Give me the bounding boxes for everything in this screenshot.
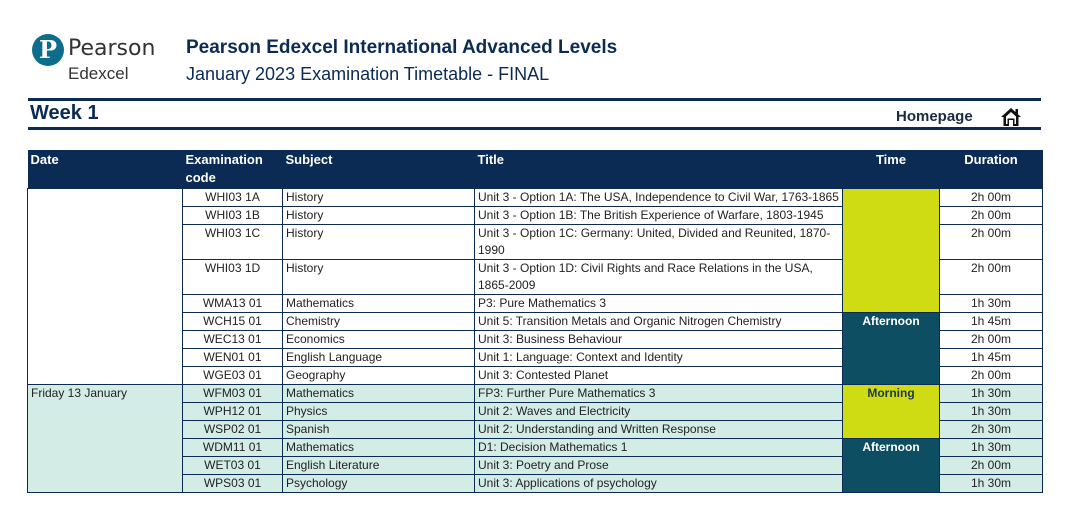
header-date: Date <box>27 150 183 189</box>
subject: Physics <box>282 402 475 421</box>
exam-title: FP3: Further Pure Mathematics 3 <box>474 384 843 403</box>
duration: 1h 45m <box>939 312 1043 331</box>
exam-title: Unit 3: Poetry and Prose <box>474 456 843 475</box>
subject: English Language <box>282 348 475 367</box>
duration: 1h 30m <box>939 384 1043 403</box>
pearson-edexcel-logo: P Pearson Edexcel <box>32 34 156 90</box>
exam-title: Unit 3 - Option 1B: The British Experien… <box>474 206 843 225</box>
duration: 2h 00m <box>939 206 1043 225</box>
duration: 2h 00m <box>939 188 1043 207</box>
exam-code: WCH15 01 <box>182 312 283 331</box>
exam-code: WHI03 1D <box>182 259 283 295</box>
exam-title: Unit 1: Language: Context and Identity <box>474 348 843 367</box>
exam-title: Unit 2: Waves and Electricity <box>474 402 843 421</box>
week-title: Week 1 <box>30 102 99 124</box>
duration: 1h 30m <box>939 402 1043 421</box>
subject: History <box>282 224 475 260</box>
exam-title: Unit 2: Understanding and Written Respon… <box>474 420 843 439</box>
exam-code: WMA13 01 <box>182 294 283 313</box>
exam-title: Unit 3 - Option 1C: Germany: United, Div… <box>474 224 843 260</box>
exam-code: WGE03 01 <box>182 366 283 385</box>
pearson-logo-icon: P <box>32 34 64 66</box>
exam-code: WET03 01 <box>182 456 283 475</box>
subject: Mathematics <box>282 294 475 313</box>
week-rule-bottom <box>28 127 1041 130</box>
subject: Chemistry <box>282 312 475 331</box>
header-duration: Duration <box>939 150 1043 189</box>
logo-name-line2: Edexcel <box>68 64 129 83</box>
duration: 2h 30m <box>939 420 1043 439</box>
exam-code: WEN01 01 <box>182 348 283 367</box>
exam-title: Unit 3: Business Behaviour <box>474 330 843 349</box>
duration: 2h 00m <box>939 330 1043 349</box>
logo-name-line1: Pearson <box>68 36 156 61</box>
table-header-row: Date Examination code Subject Title Time… <box>27 150 1043 189</box>
subject: Mathematics <box>282 438 475 457</box>
header-title: Title <box>474 150 843 189</box>
time-slot-afternoon: Afternoon <box>842 312 940 385</box>
date-cell: Friday 13 January <box>27 384 183 493</box>
duration: 2h 00m <box>939 456 1043 475</box>
subject: Mathematics <box>282 384 475 403</box>
subject: History <box>282 206 475 225</box>
subject: English Literature <box>282 456 475 475</box>
duration: 1h 30m <box>939 438 1043 457</box>
exam-code: WPH12 01 <box>182 402 283 421</box>
exam-code: WFM03 01 <box>182 384 283 403</box>
duration: 2h 00m <box>939 259 1043 295</box>
subject: Spanish <box>282 420 475 439</box>
exam-title: Unit 5: Transition Metals and Organic Ni… <box>474 312 843 331</box>
exam-title: P3: Pure Mathematics 3 <box>474 294 843 313</box>
duration: 1h 30m <box>939 474 1043 493</box>
date-cell <box>27 188 183 385</box>
duration: 1h 30m <box>939 294 1043 313</box>
exam-title: D1: Decision Mathematics 1 <box>474 438 843 457</box>
header-subject: Subject <box>282 150 475 189</box>
duration: 2h 00m <box>939 224 1043 260</box>
exam-code: WSP02 01 <box>182 420 283 439</box>
exam-code: WEC13 01 <box>182 330 283 349</box>
exam-code: WHI03 1C <box>182 224 283 260</box>
time-slot-afternoon: Afternoon <box>842 438 940 493</box>
exam-title: Unit 3 - Option 1A: The USA, Independenc… <box>474 188 843 207</box>
exam-code: WPS03 01 <box>182 474 283 493</box>
exam-timetable: Date Examination code Subject Title Time… <box>27 150 1043 493</box>
exam-code: WDM11 01 <box>182 438 283 457</box>
exam-title: Unit 3: Contested Planet <box>474 366 843 385</box>
exam-title: Unit 3 - Option 1D: Civil Rights and Rac… <box>474 259 843 295</box>
exam-code: WHI03 1A <box>182 188 283 207</box>
table-row: WHI03 1A History Unit 3 - Option 1A: The… <box>27 188 1043 385</box>
homepage-link[interactable]: Homepage <box>896 108 973 125</box>
time-slot-morning <box>842 188 940 313</box>
exam-code: WHI03 1B <box>182 206 283 225</box>
header-exam-code: Examination code <box>182 150 283 189</box>
time-slot-morning: Morning <box>842 384 940 439</box>
subject: Economics <box>282 330 475 349</box>
duration: 1h 45m <box>939 348 1043 367</box>
exam-title: Unit 3: Applications of psychology <box>474 474 843 493</box>
duration: 2h 00m <box>939 366 1043 385</box>
subject: History <box>282 188 475 207</box>
subject: Geography <box>282 366 475 385</box>
subject: Psychology <box>282 474 475 493</box>
subject: History <box>282 259 475 295</box>
document-subtitle: January 2023 Examination Timetable - FIN… <box>186 64 550 84</box>
week-rule-top <box>28 98 1041 101</box>
header-time: Time <box>842 150 940 189</box>
home-icon[interactable] <box>1000 107 1022 127</box>
document-title: Pearson Edexcel International Advanced L… <box>186 37 618 58</box>
table-row: Friday 13 January WFM03 01 Mathematics F… <box>27 384 1043 493</box>
